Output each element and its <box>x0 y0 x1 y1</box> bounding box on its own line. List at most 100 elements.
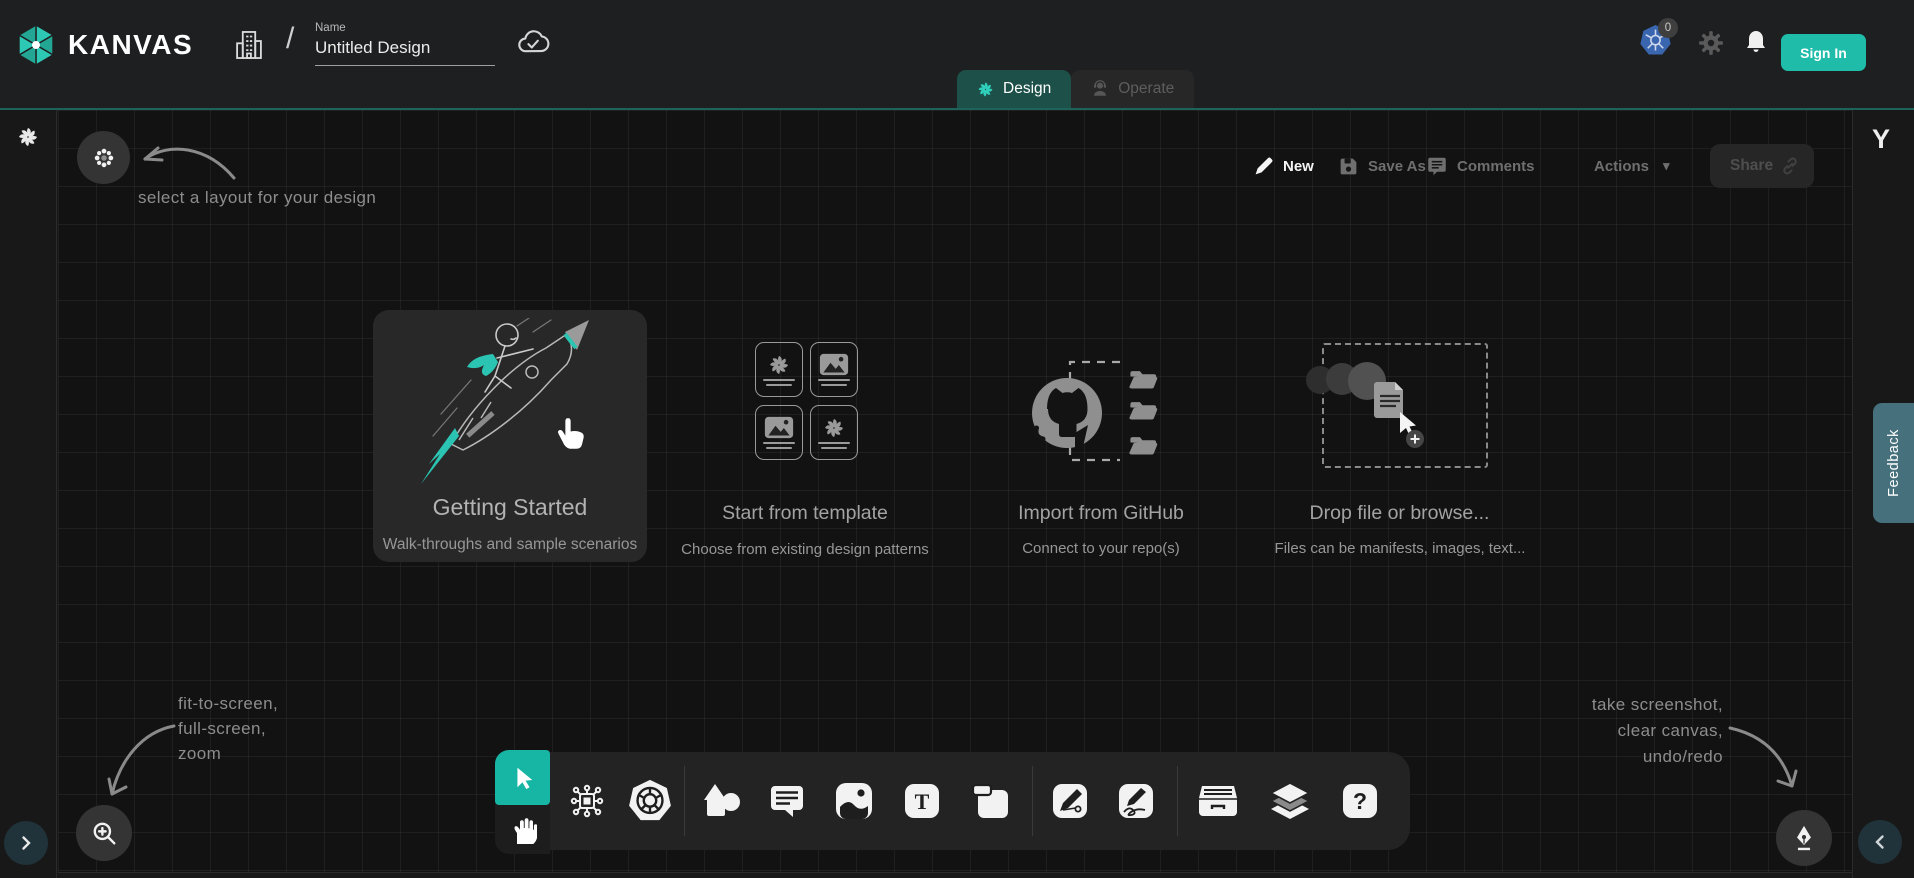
shapes-icon <box>701 782 743 820</box>
card-subtitle: Files can be manifests, images, text... <box>1260 540 1540 557</box>
zoom-hint-text: fit-to-screen, full-screen, zoom <box>178 691 278 766</box>
github-octocat-icon <box>1032 378 1102 448</box>
zoom-in-magnifier-icon <box>91 820 117 846</box>
pan-hand-icon <box>509 815 537 845</box>
zoom-controls-button[interactable] <box>76 805 132 861</box>
design-name-input[interactable] <box>315 34 495 66</box>
comment-bubble-icon <box>768 783 806 819</box>
pen-icon <box>1051 782 1089 820</box>
kanvas-logo-icon <box>14 23 58 67</box>
card-drop-file[interactable] <box>1322 343 1488 468</box>
design-name-label: Name <box>315 22 495 34</box>
pointer-tool-group <box>495 750 550 854</box>
new-label: New <box>1283 158 1314 175</box>
card-title: Import from GitHub <box>1001 502 1201 525</box>
hand-cursor-icon <box>555 414 587 450</box>
canvas-toolbar: T <box>550 752 1410 850</box>
tab-operate[interactable]: Operate <box>1071 70 1194 108</box>
archive-tool-button[interactable] <box>1196 782 1240 820</box>
caliper-tool-icon[interactable]: Y <box>1872 124 1890 155</box>
credits-badge: 0 <box>1658 18 1678 38</box>
image-tool-button[interactable] <box>834 781 874 821</box>
svg-text:?: ? <box>1353 788 1367 814</box>
save-floppy-icon <box>1338 156 1359 177</box>
pan-tool-button[interactable] <box>495 808 550 852</box>
kubernetes-tool-button[interactable] <box>628 779 672 823</box>
tab-design-label: Design <box>1003 80 1051 98</box>
template-thumb <box>810 342 858 397</box>
text-icon: T <box>903 782 941 820</box>
rocket-doodle <box>413 318 608 490</box>
screenshot-hint-text: take screenshot, clear canvas, undo/redo <box>1565 692 1723 770</box>
card-subtitle: Walk-throughs and sample scenarios <box>373 536 647 554</box>
card-subtitle: Choose from existing design patterns <box>650 541 960 558</box>
shapes-tool-button[interactable] <box>701 782 743 820</box>
new-design-button[interactable]: New <box>1253 144 1314 188</box>
mode-tabs: Design Operate <box>957 70 1194 108</box>
pencil-scribble-icon <box>1117 782 1155 820</box>
canvas-workspace: select a layout for your design New Save… <box>0 108 1914 878</box>
canvas-utilities-button[interactable] <box>1776 810 1832 866</box>
operate-headset-icon <box>1091 80 1109 98</box>
cloud-sync-icon[interactable] <box>516 27 550 62</box>
svg-text:T: T <box>915 789 930 814</box>
layers-tool-button[interactable] <box>1269 781 1311 821</box>
comments-icon <box>1426 156 1448 177</box>
organization-icon[interactable] <box>233 28 265 67</box>
app-header: KANVAS / Name Design <box>0 0 1914 108</box>
share-button[interactable]: Share <box>1710 144 1814 188</box>
rail-swirl-logo-icon <box>17 126 39 148</box>
image-icon <box>834 781 874 821</box>
kubernetes-helm-icon <box>628 779 672 823</box>
layout-hint-text: select a layout for your design <box>138 188 376 208</box>
select-tool-button[interactable] <box>495 750 550 805</box>
collapse-right-panel-button[interactable] <box>1858 820 1902 864</box>
actions-dropdown[interactable]: Actions ▾ <box>1594 144 1670 188</box>
kubernetes-credits-button[interactable]: 0 <box>1640 25 1674 59</box>
card-title: Getting Started <box>373 494 647 521</box>
note-tool-button[interactable] <box>970 782 1010 820</box>
brand: KANVAS <box>14 0 193 90</box>
layers-icon <box>1269 781 1311 821</box>
zoom-hint-arrow <box>92 716 182 808</box>
save-as-button[interactable]: Save As <box>1338 144 1426 188</box>
chevron-right-icon <box>18 835 34 851</box>
toolbar-divider <box>1032 766 1033 836</box>
component-tool-button[interactable] <box>567 781 607 821</box>
share-link-icon <box>1780 156 1800 176</box>
sign-in-button[interactable]: Sign In <box>1781 34 1866 71</box>
sign-in-label: Sign In <box>1800 45 1847 61</box>
comment-tool-button[interactable] <box>768 783 806 819</box>
card-import-github[interactable] <box>1025 355 1175 480</box>
layout-flower-icon <box>93 147 115 169</box>
chevron-left-icon <box>1872 834 1888 850</box>
card-title: Drop file or browse... <box>1292 502 1507 525</box>
comments-button[interactable]: Comments <box>1426 144 1535 188</box>
feedback-tab[interactable]: Feedback <box>1873 403 1914 523</box>
screenshot-hint-arrow <box>1722 716 1814 800</box>
pencil-scribble-tool-button[interactable] <box>1117 782 1155 820</box>
notifications-bell-icon[interactable] <box>1744 29 1768 60</box>
expand-left-panel-button[interactable] <box>4 821 48 865</box>
toolbar-divider <box>684 766 685 836</box>
comments-label: Comments <box>1457 158 1535 175</box>
design-name-field: Name <box>315 22 495 66</box>
pen-nib-icon <box>1791 824 1817 852</box>
tab-operate-label: Operate <box>1118 80 1174 98</box>
pen-tool-button[interactable] <box>1051 782 1089 820</box>
archive-drawer-icon <box>1196 782 1240 820</box>
pencil-new-icon <box>1253 156 1274 177</box>
sticky-note-icon <box>970 782 1010 820</box>
help-tool-button[interactable]: ? <box>1341 782 1379 820</box>
layout-picker-button[interactable] <box>77 131 130 184</box>
template-thumb <box>755 342 803 397</box>
brand-wordmark: KANVAS <box>68 29 193 61</box>
chevron-down-icon: ▾ <box>1663 158 1670 174</box>
tab-design[interactable]: Design <box>957 70 1071 108</box>
settings-gear-icon[interactable] <box>1698 30 1724 61</box>
actions-label: Actions <box>1594 158 1649 175</box>
card-getting-started[interactable]: Getting Started Walk-throughs and sample… <box>373 310 647 562</box>
feedback-label: Feedback <box>1886 429 1902 497</box>
text-tool-button[interactable]: T <box>903 782 941 820</box>
card-start-from-template[interactable] <box>755 342 858 460</box>
